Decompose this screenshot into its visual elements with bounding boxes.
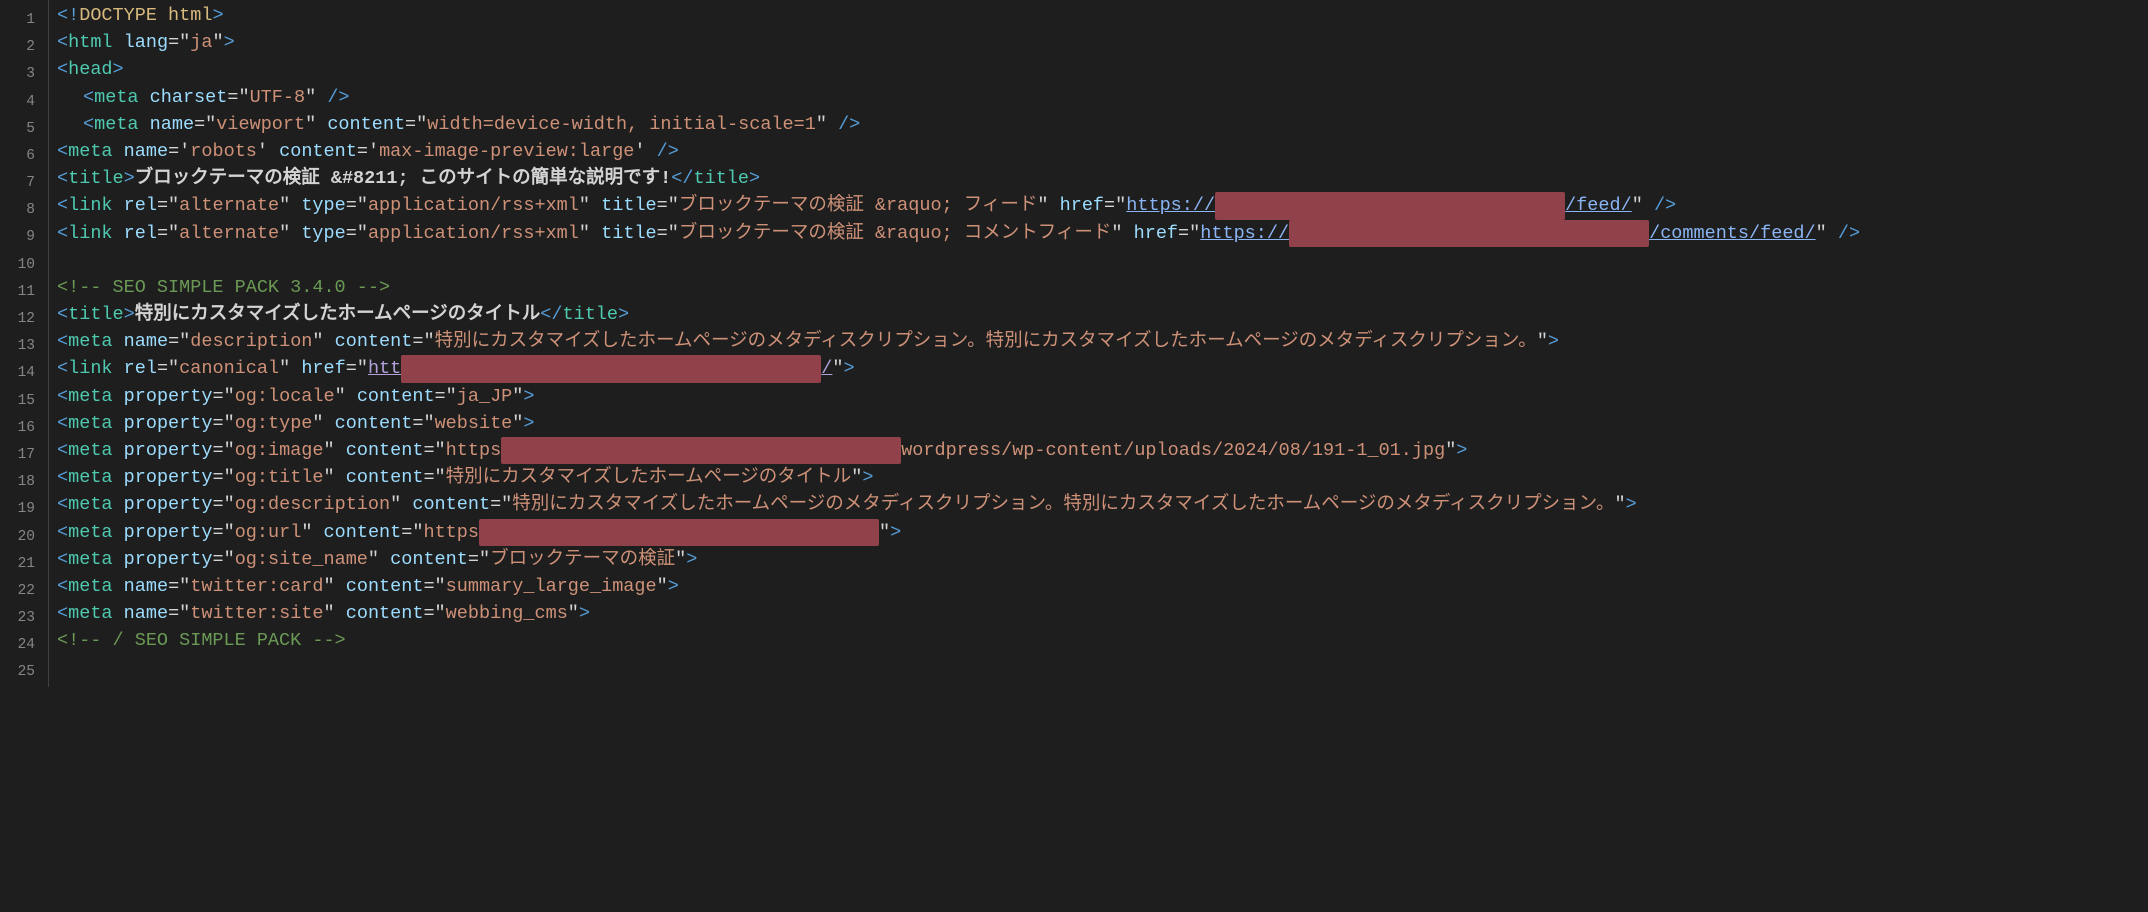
line-number: 13 bbox=[0, 333, 35, 360]
code-line[interactable]: <meta name="viewport" content="width=dev… bbox=[57, 111, 2148, 138]
code-line[interactable]: <meta name="twitter:site" content="webbi… bbox=[57, 600, 2148, 627]
line-number: 11 bbox=[0, 279, 35, 306]
code-line[interactable]: <!-- SEO SIMPLE PACK 3.4.0 --> bbox=[57, 274, 2148, 301]
line-number: 22 bbox=[0, 578, 35, 605]
code-line[interactable]: <meta property="og:type" content="websit… bbox=[57, 410, 2148, 437]
code-line[interactable]: <head> bbox=[57, 56, 2148, 83]
line-number: 24 bbox=[0, 632, 35, 659]
line-number: 1 bbox=[0, 7, 35, 34]
line-number: 9 bbox=[0, 225, 35, 252]
code-line[interactable]: <!-- / SEO SIMPLE PACK --> bbox=[57, 627, 2148, 654]
comment-seo-close: <!-- / SEO SIMPLE PACK --> bbox=[57, 627, 346, 654]
line-number: 7 bbox=[0, 170, 35, 197]
code-line[interactable]: <meta charset="UTF-8" /> bbox=[57, 84, 2148, 111]
line-number: 14 bbox=[0, 360, 35, 387]
line-number: 25 bbox=[0, 660, 35, 687]
line-number: 5 bbox=[0, 116, 35, 143]
code-line[interactable]: <meta property="og:url" content="https "… bbox=[57, 519, 2148, 546]
line-number: 6 bbox=[0, 143, 35, 170]
code-line[interactable]: <meta property="og:image" content="https… bbox=[57, 437, 2148, 464]
code-line[interactable]: <title>特別にカスタマイズしたホームページのタイトル</title> bbox=[57, 301, 2148, 328]
line-number-gutter: 1 2 3 4 5 6 7 8 9 10 11 12 13 14 15 16 1… bbox=[0, 0, 48, 687]
line-number: 12 bbox=[0, 306, 35, 333]
line-number: 10 bbox=[0, 252, 35, 279]
code-line[interactable]: <html lang="ja"> bbox=[57, 29, 2148, 56]
doctype-text: DOCTYPE html bbox=[79, 2, 212, 29]
comment-seo-open: <!-- SEO SIMPLE PACK 3.4.0 --> bbox=[57, 274, 390, 301]
code-line[interactable]: <meta name="description" content="特別にカスタ… bbox=[57, 328, 2148, 355]
line-number: 4 bbox=[0, 89, 35, 116]
line-number: 21 bbox=[0, 551, 35, 578]
line-number: 3 bbox=[0, 61, 35, 88]
code-line[interactable]: <meta property="og:title" content="特別にカス… bbox=[57, 464, 2148, 491]
redacted-url bbox=[479, 519, 879, 546]
code-area[interactable]: <!DOCTYPE html> <html lang="ja"> <head> … bbox=[48, 0, 2148, 687]
code-line[interactable]: <meta property="og:description" content=… bbox=[57, 491, 2148, 518]
code-line[interactable]: <!DOCTYPE html> bbox=[57, 2, 2148, 29]
redacted-url bbox=[1289, 220, 1649, 247]
line-number: 17 bbox=[0, 442, 35, 469]
code-line[interactable]: <meta property="og:locale" content="ja_J… bbox=[57, 383, 2148, 410]
line-number: 8 bbox=[0, 197, 35, 224]
code-editor[interactable]: 1 2 3 4 5 6 7 8 9 10 11 12 13 14 15 16 1… bbox=[0, 0, 2148, 687]
code-line[interactable] bbox=[57, 247, 2148, 274]
code-line[interactable]: <meta name="twitter:card" content="summa… bbox=[57, 573, 2148, 600]
code-line[interactable]: <meta name='robots' content='max-image-p… bbox=[57, 138, 2148, 165]
line-number: 18 bbox=[0, 469, 35, 496]
redacted-url bbox=[1215, 192, 1565, 219]
redacted-url bbox=[401, 355, 821, 382]
code-line[interactable]: <meta property="og:site_name" content="ブ… bbox=[57, 546, 2148, 573]
code-line[interactable]: <link rel="alternate" type="application/… bbox=[57, 192, 2148, 219]
redacted-url bbox=[501, 437, 901, 464]
code-line[interactable] bbox=[57, 655, 2148, 682]
code-line[interactable]: <link rel="canonical" href="htt /"> bbox=[57, 355, 2148, 382]
line-number: 20 bbox=[0, 524, 35, 551]
line-number: 16 bbox=[0, 415, 35, 442]
line-number: 2 bbox=[0, 34, 35, 61]
line-number: 23 bbox=[0, 605, 35, 632]
code-line[interactable]: <title>ブロックテーマの検証 &#8211; このサイトの簡単な説明です!… bbox=[57, 165, 2148, 192]
code-line[interactable]: <link rel="alternate" type="application/… bbox=[57, 220, 2148, 247]
line-number: 15 bbox=[0, 388, 35, 415]
line-number: 19 bbox=[0, 496, 35, 523]
